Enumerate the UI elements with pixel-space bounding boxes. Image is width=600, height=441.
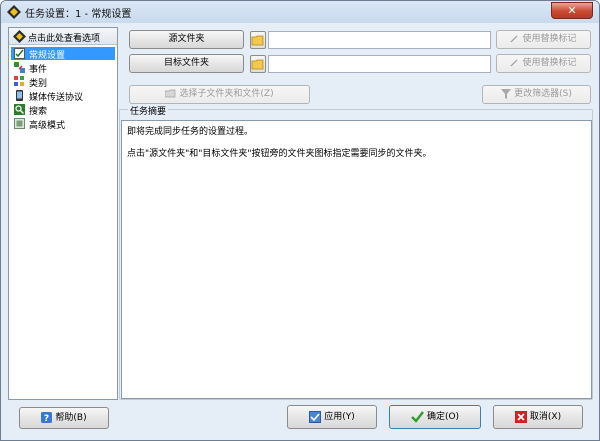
task-summary-label: 任务摘要 (128, 104, 169, 117)
source-folder-button[interactable]: 源文件夹 (129, 30, 244, 49)
sidebar-item-label: 高级模式 (29, 121, 66, 131)
sidebar-item-label: 搜索 (29, 107, 48, 117)
sidebar-item-label: 事件 (29, 65, 48, 75)
wand-icon (511, 35, 518, 43)
options-icon (13, 30, 26, 43)
select-subfolders-label: 选择子文件夹和文件(Z) (179, 89, 274, 99)
sidebar-item-general[interactable]: 常规设置 (11, 47, 115, 61)
source-replace-tokens-button[interactable]: 使用替换标记 (496, 30, 591, 49)
target-folder-button[interactable]: 目标文件夹 (129, 54, 244, 73)
target-folder-browse-button[interactable] (250, 55, 266, 73)
apply-button[interactable]: 应用(Y) (287, 405, 377, 429)
help-label: 帮助(B) (55, 413, 87, 423)
close-button[interactable]: ✕ (551, 2, 593, 19)
mtp-icon (16, 90, 23, 101)
summary-line-2: 点击"源文件夹"和"目标文件夹"按钮旁的文件夹图标指定需要同步的文件夹。 (127, 149, 432, 159)
search-icon (14, 104, 25, 115)
dialog-footer: ? 帮助(B) 应用(Y) 确定(O) 取消(X) (1, 401, 599, 440)
folder-icon (251, 35, 264, 46)
app-logo-icon (7, 5, 21, 19)
ok-label: 确定(O) (426, 412, 460, 422)
categories-icon (14, 76, 24, 86)
source-folder-browse-button[interactable] (250, 31, 266, 49)
source-path-input[interactable] (268, 31, 491, 49)
help-button[interactable]: ? 帮助(B) (19, 407, 109, 429)
sidebar-item-label: 类别 (29, 79, 48, 89)
folder-icon (251, 59, 264, 70)
change-filter-button[interactable]: 更改筛选器(S) (482, 85, 591, 104)
task-summary-text: 即将完成同步任务的设置过程。 点击"源文件夹"和"目标文件夹"按钮旁的文件夹图标… (121, 120, 592, 399)
folder-tree-icon (165, 89, 176, 98)
sidebar-item-advanced[interactable]: 高级模式 (11, 117, 115, 131)
events-icon (14, 62, 25, 73)
advanced-icon (14, 118, 25, 129)
sidebar-item-label: 常规设置 (29, 51, 66, 61)
sidebar-item-events[interactable]: 事件 (11, 61, 115, 75)
change-filter-label: 更改筛选器(S) (514, 89, 572, 99)
sidebar-header[interactable]: 点击此处查看选项 (9, 28, 117, 45)
window-title: 任务设置：1 - 常规设置 (25, 9, 132, 20)
wand-icon (511, 59, 518, 67)
filter-icon (501, 88, 512, 99)
apply-icon (309, 410, 322, 423)
svg-text:?: ? (44, 414, 49, 423)
checkmark-icon (411, 410, 424, 423)
ok-button[interactable]: 确定(O) (389, 405, 481, 429)
cancel-button[interactable]: 取消(X) (493, 405, 583, 429)
apply-label: 应用(Y) (324, 412, 355, 422)
target-replace-label: 使用替换标记 (522, 58, 577, 68)
sidebar-item-mtp[interactable]: 媒体传送协议 (11, 89, 115, 103)
title-bar[interactable]: 任务设置：1 - 常规设置 ✕ (1, 1, 599, 23)
summary-line-1: 即将完成同步任务的设置过程。 (127, 127, 254, 137)
target-path-input[interactable] (268, 55, 491, 73)
target-replace-tokens-button[interactable]: 使用替换标记 (496, 54, 591, 73)
help-icon: ? (41, 412, 53, 423)
sidebar: 点击此处查看选项 常规设置 事件 类别 媒体传送协议 搜索 高级模式 (8, 27, 118, 400)
cancel-icon (514, 410, 527, 423)
source-replace-label: 使用替换标记 (522, 34, 577, 44)
sidebar-item-search[interactable]: 搜索 (11, 103, 115, 117)
general-settings-icon (14, 48, 25, 59)
cancel-label: 取消(X) (529, 412, 562, 422)
task-settings-window: 任务设置：1 - 常规设置 ✕ 点击此处查看选项 常规设置 事件 类别 媒体传送… (0, 0, 600, 441)
sidebar-header-label: 点击此处查看选项 (28, 34, 101, 44)
sidebar-item-label: 媒体传送协议 (29, 93, 84, 103)
select-subfolders-button[interactable]: 选择子文件夹和文件(Z) (129, 85, 310, 104)
sidebar-item-categories[interactable]: 类别 (11, 75, 115, 89)
